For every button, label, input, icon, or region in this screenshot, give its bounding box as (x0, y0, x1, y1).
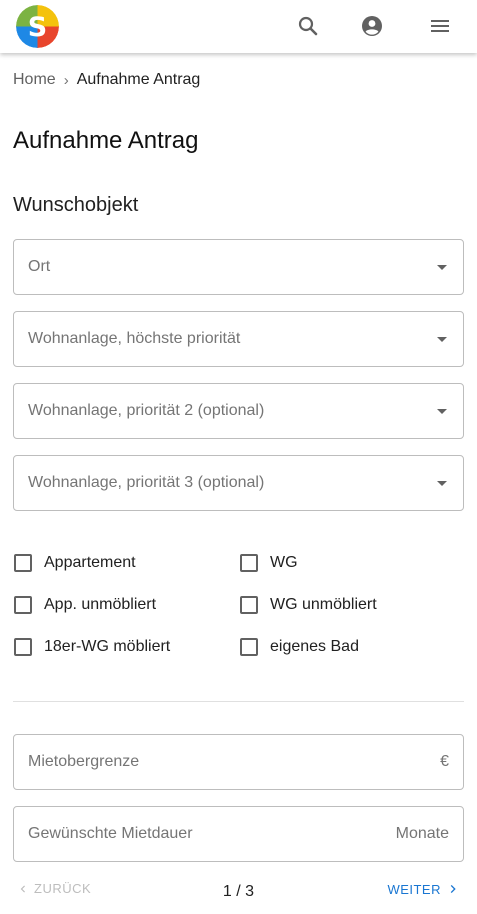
breadcrumb-separator: › (63, 71, 69, 89)
step-pager: 1 / 3 ZURÜCK WEITER (0, 876, 477, 906)
checkbox-18er-wg-moebliert[interactable]: 18er-WG möbliert (14, 638, 170, 656)
wohnanlage-priority-1-select[interactable]: Wohnanlage, höchste priorität (13, 311, 464, 367)
ort-select[interactable]: Ort (13, 239, 464, 295)
checkbox-label: WG (270, 554, 298, 571)
checkbox-wg-unmoebliert[interactable]: WG unmöbliert (240, 596, 377, 614)
input-placeholder: Mietobergrenze (28, 753, 140, 770)
chevron-right-icon (450, 885, 456, 893)
dropdown-arrow-icon (437, 264, 447, 270)
currency-suffix: € (440, 753, 449, 770)
breadcrumb-current: Aufnahme Antrag (76, 71, 201, 88)
section-divider (13, 701, 464, 702)
dropdown-arrow-icon (437, 480, 447, 486)
app-bar: S (0, 0, 477, 53)
checkbox-label: WG unmöbliert (270, 596, 377, 613)
mietobergrenze-input[interactable]: Mietobergrenze € (13, 734, 464, 790)
next-button[interactable]: WEITER (387, 881, 461, 897)
dropdown-arrow-icon (437, 408, 447, 414)
back-button[interactable]: ZURÜCK (16, 881, 91, 896)
input-placeholder: Gewünschte Mietdauer (28, 825, 193, 842)
select-placeholder: Wohnanlage, priorität 3 (optional) (28, 474, 265, 491)
checkbox-box[interactable] (240, 554, 258, 572)
chevron-left-icon (20, 885, 25, 892)
back-button-label: ZURÜCK (34, 881, 92, 896)
checkbox-label: Appartement (44, 554, 136, 571)
checkbox-eigenes-bad[interactable]: eigenes Bad (240, 638, 359, 656)
select-placeholder: Wohnanlage, priorität 2 (optional) (28, 402, 265, 419)
page-title: Aufnahme Antrag (13, 127, 199, 154)
select-placeholder: Ort (28, 258, 51, 275)
select-placeholder: Wohnanlage, höchste priorität (28, 330, 241, 347)
search-icon[interactable] (294, 12, 322, 40)
app-logo[interactable]: S (16, 5, 59, 48)
unit-suffix: Monate (395, 825, 449, 842)
mietdauer-input[interactable]: Gewünschte Mietdauer Monate (13, 806, 464, 862)
dropdown-arrow-icon (437, 336, 447, 342)
checkbox-box[interactable] (240, 596, 258, 614)
checkbox-box[interactable] (14, 596, 32, 614)
account-icon[interactable] (358, 12, 386, 40)
checkbox-box[interactable] (240, 638, 258, 656)
checkbox-app-unmoebliert[interactable]: App. unmöbliert (14, 596, 156, 614)
checkbox-label: App. unmöbliert (44, 596, 157, 613)
checkbox-box[interactable] (14, 554, 32, 572)
checkbox-label: 18er-WG möbliert (44, 638, 171, 655)
checkbox-box[interactable] (14, 638, 32, 656)
breadcrumb: Home › Aufnahme Antrag (13, 71, 200, 89)
breadcrumb-home[interactable]: Home (13, 71, 56, 89)
wohnanlage-priority-3-select[interactable]: Wohnanlage, priorität 3 (optional) (13, 455, 464, 511)
next-button-label: WEITER (387, 881, 441, 897)
logo-letter: S (28, 12, 47, 43)
menu-icon[interactable] (426, 12, 454, 40)
checkbox-appartement[interactable]: Appartement (14, 554, 136, 572)
wohnanlage-priority-2-select[interactable]: Wohnanlage, priorität 2 (optional) (13, 383, 464, 439)
checkbox-label: eigenes Bad (270, 638, 359, 655)
checkbox-wg[interactable]: WG (240, 554, 298, 572)
section-title: Wunschobjekt (13, 194, 139, 216)
